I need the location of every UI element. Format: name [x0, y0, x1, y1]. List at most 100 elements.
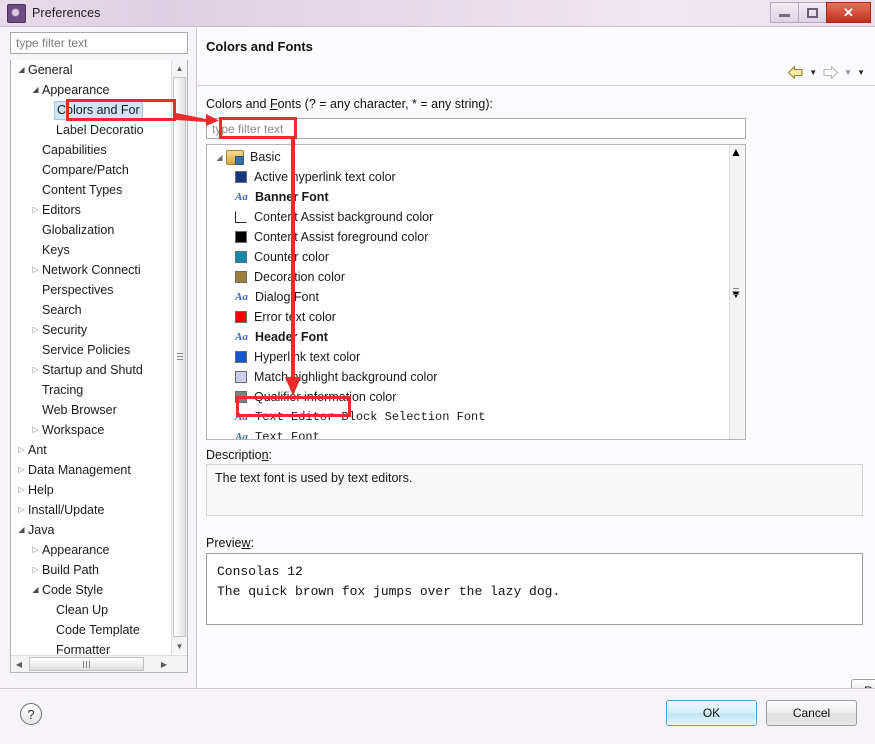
- sidebar-item-appearance[interactable]: ◢ Appearance: [11, 80, 171, 100]
- sidebar-item-appearance[interactable]: ▷ Appearance: [11, 540, 171, 560]
- font-aa-icon: Aa: [235, 191, 248, 203]
- forward-arrow-icon: [823, 65, 839, 80]
- sidebar-item-data-management[interactable]: ▷ Data Management: [11, 460, 171, 480]
- tree-expanded-icon[interactable]: ◢: [15, 60, 28, 80]
- close-icon: ✕: [843, 4, 854, 20]
- colors-fonts-item[interactable]: Match highlight background color: [207, 367, 727, 387]
- tree-scroll-thumb[interactable]: [173, 77, 186, 637]
- back-arrow-icon[interactable]: [787, 65, 804, 80]
- page-menu-chevron-down-icon[interactable]: ▼: [857, 68, 865, 77]
- colors-fonts-item[interactable]: Hyperlink text color: [207, 347, 727, 367]
- colors-fonts-item[interactable]: Aa Banner Font: [207, 187, 727, 207]
- colors-fonts-filter-input[interactable]: type filter text: [206, 118, 746, 139]
- close-button[interactable]: ✕: [826, 2, 871, 23]
- colors-fonts-item[interactable]: Error text color: [207, 307, 727, 327]
- color-swatch: [235, 211, 247, 223]
- colors-fonts-item[interactable]: Decoration color: [207, 267, 727, 287]
- window-title: Preferences: [32, 6, 101, 20]
- items-scroll-thumb[interactable]: [730, 159, 745, 296]
- colors-fonts-item[interactable]: Content Assist foreground color: [207, 227, 727, 247]
- tree-expanded-icon[interactable]: ◢: [29, 580, 42, 600]
- sidebar-item-web-browser[interactable]: Web Browser: [11, 400, 171, 420]
- scroll-right-icon[interactable]: ▶: [156, 656, 172, 672]
- help-question-icon[interactable]: ?: [20, 703, 42, 725]
- tree-collapsed-icon[interactable]: ▷: [15, 460, 28, 480]
- tree-horizontal-scrollbar[interactable]: ◀ ▶: [11, 655, 187, 672]
- sidebar-item-network-connecti[interactable]: ▷ Network Connecti: [11, 260, 171, 280]
- tree-collapsed-icon[interactable]: ▷: [29, 200, 42, 220]
- sidebar-item-build-path[interactable]: ▷ Build Path: [11, 560, 171, 580]
- sidebar-item-content-types[interactable]: Content Types: [11, 180, 171, 200]
- sidebar-item-formatter[interactable]: Formatter: [11, 640, 171, 655]
- sidebar-item-perspectives[interactable]: Perspectives: [11, 280, 171, 300]
- tree-collapsed-icon[interactable]: ▷: [29, 420, 42, 440]
- sidebar-item-workspace[interactable]: ▷ Workspace: [11, 420, 171, 440]
- colors-fonts-item[interactable]: Aa Text Editor Block Selection Font: [207, 407, 727, 427]
- tree-collapsed-icon[interactable]: ▷: [29, 540, 42, 560]
- sidebar-item-help[interactable]: ▷ Help: [11, 480, 171, 500]
- colors-fonts-item-label: Text Font: [255, 430, 320, 440]
- sidebar-item-code-template[interactable]: Code Template: [11, 620, 171, 640]
- preference-tree[interactable]: ◢ General ◢ Appearance Colors and For Label D…: [10, 60, 188, 673]
- colors-fonts-item[interactable]: Counter color: [207, 247, 727, 267]
- sidebar-item-code-style[interactable]: ◢ Code Style: [11, 580, 171, 600]
- scroll-up-icon[interactable]: ▲: [172, 60, 187, 76]
- ok-button[interactable]: OK: [666, 700, 757, 726]
- sidebar-item-startup-and-shutd[interactable]: ▷ Startup and Shutd: [11, 360, 171, 380]
- sidebar-item-keys[interactable]: Keys: [11, 240, 171, 260]
- sidebar-item-colors-and-for[interactable]: Colors and For: [11, 100, 171, 120]
- colors-fonts-item[interactable]: Aa Text Font: [207, 427, 727, 440]
- cancel-button[interactable]: Cancel: [766, 700, 857, 726]
- color-swatch: [235, 391, 247, 403]
- items-scroll-up-icon[interactable]: ▲: [730, 145, 745, 159]
- sidebar-item-service-policies[interactable]: Service Policies: [11, 340, 171, 360]
- sidebar-item-editors[interactable]: ▷ Editors: [11, 200, 171, 220]
- tree-vertical-scrollbar[interactable]: ▲ ▼: [171, 60, 187, 654]
- sidebar-item-capabilities[interactable]: Capabilities: [11, 140, 171, 160]
- back-history-chevron-down-icon[interactable]: ▼: [809, 68, 817, 77]
- items-vertical-scrollbar[interactable]: ▲ ▼: [729, 145, 745, 439]
- tree-hscroll-thumb[interactable]: [29, 657, 144, 671]
- tree-collapsed-icon[interactable]: ▷: [29, 260, 42, 280]
- sidebar-item-tracing[interactable]: Tracing: [11, 380, 171, 400]
- tree-collapsed-icon[interactable]: ▷: [15, 440, 28, 460]
- forward-history-chevron-down-icon[interactable]: ▼: [844, 68, 852, 77]
- sidebar-item-label-decoratio[interactable]: Label Decoratio: [11, 120, 171, 140]
- tree-collapsed-icon[interactable]: ▷: [29, 560, 42, 580]
- tree-collapsed-icon[interactable]: ▷: [15, 480, 28, 500]
- tree-expanded-icon[interactable]: ◢: [29, 80, 42, 100]
- sidebar-item-general[interactable]: ◢ General: [11, 60, 171, 80]
- tree-expanded-icon[interactable]: ◢: [213, 153, 226, 162]
- colors-fonts-item-label: Content Assist foreground color: [254, 230, 429, 244]
- tree-collapsed-icon[interactable]: ▷: [15, 500, 28, 520]
- sidebar-item-clean-up[interactable]: Clean Up: [11, 600, 171, 620]
- tree-expanded-icon[interactable]: ◢: [15, 520, 28, 540]
- sidebar-item-java[interactable]: ◢ Java: [11, 520, 171, 540]
- sidebar-item-globalization[interactable]: Globalization: [11, 220, 171, 240]
- maximize-button[interactable]: [798, 2, 827, 23]
- folder-icon: [226, 149, 244, 165]
- colors-fonts-tree[interactable]: ◢ Basic Active hyperlink text color Aa Banne…: [206, 144, 746, 440]
- tree-collapsed-icon[interactable]: ▷: [29, 360, 42, 380]
- sidebar-item-search[interactable]: Search: [11, 300, 171, 320]
- scroll-down-icon[interactable]: ▼: [172, 638, 187, 654]
- sidebar-item-compare-patch[interactable]: Compare/Patch: [11, 160, 171, 180]
- colors-fonts-item[interactable]: Active hyperlink text color: [207, 167, 727, 187]
- colors-fonts-item[interactable]: Content Assist background color: [207, 207, 727, 227]
- sidebar-item-label: Code Template: [56, 622, 140, 637]
- colors-fonts-item[interactable]: ◢ Basic: [207, 147, 727, 167]
- scroll-left-icon[interactable]: ◀: [11, 656, 27, 672]
- sidebar-item-ant[interactable]: ▷ Ant: [11, 440, 171, 460]
- minimize-button[interactable]: [770, 2, 799, 23]
- colors-fonts-item-label: Qualifier information color: [254, 390, 397, 404]
- sidebar-item-label: Web Browser: [42, 402, 117, 417]
- sidebar-item-security[interactable]: ▷ Security: [11, 320, 171, 340]
- sidebar-item-install-update[interactable]: ▷ Install/Update: [11, 500, 171, 520]
- colors-fonts-item[interactable]: Qualifier information color: [207, 387, 727, 407]
- colors-fonts-item[interactable]: Aa Header Font: [207, 327, 727, 347]
- colors-fonts-item[interactable]: Aa Dialog Font: [207, 287, 727, 307]
- colors-fonts-item-label: Decoration color: [254, 270, 346, 284]
- tree-filter-input[interactable]: type filter text: [10, 32, 188, 54]
- tree-collapsed-icon[interactable]: ▷: [29, 320, 42, 340]
- colors-fonts-item-label: Text Editor Block Selection Font: [255, 410, 486, 424]
